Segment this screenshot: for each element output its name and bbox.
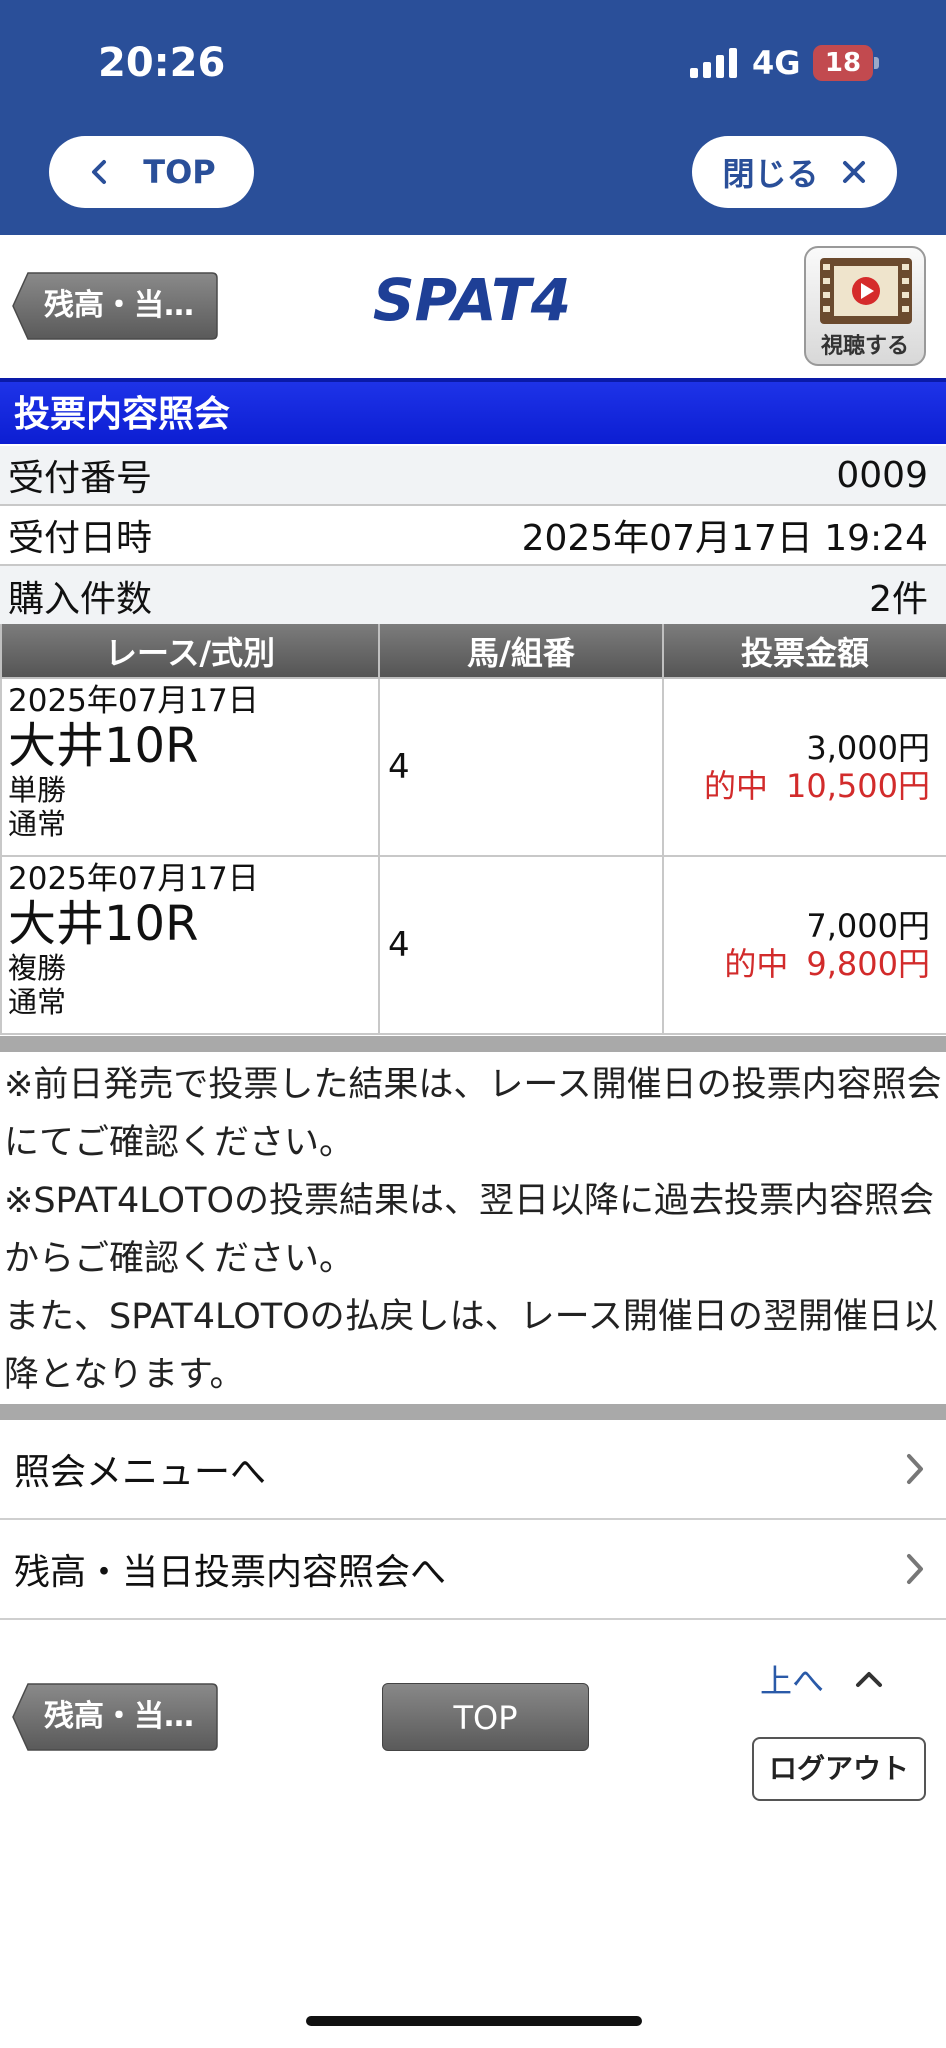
top-button-bottom[interactable]: TOP	[382, 1683, 589, 1751]
notes-block: ※前日発売で投票した結果は、レース開催日の投票内容照会にてご確認ください。 ※S…	[4, 1056, 944, 1404]
race-name: 大井10R	[8, 718, 199, 774]
horse-number: 4	[378, 855, 664, 1035]
close-button[interactable]: 閉じる	[692, 136, 897, 208]
column-header-horse: 馬/組番	[378, 624, 664, 679]
column-header-race: レース/式別	[0, 624, 380, 679]
info-row-receipt-datetime: 受付日時 2025年07月17日 19:24	[0, 506, 946, 566]
race-date: 2025年07月17日	[8, 683, 259, 719]
bet-mode: 通常	[8, 807, 67, 841]
network-label: 4G	[752, 44, 801, 82]
amount-cell: 7,000円 的中 9,800円	[662, 855, 946, 1035]
info-label: 受付日時	[8, 518, 153, 559]
chevron-left-icon	[92, 160, 107, 184]
payout-line: 的中 9,800円	[664, 945, 930, 983]
view-stream-label: 視聴する	[820, 334, 909, 359]
nav-label: 残高・当日投票内容照会へ	[14, 1552, 447, 1593]
status-time: 20:26	[98, 40, 226, 86]
note-line: ※前日発売で投票した結果は、レース開催日の投票内容照会にてご確認ください。	[4, 1065, 942, 1163]
close-button-label: 閉じる	[722, 155, 819, 193]
info-row-receipt-number: 受付番号 0009	[0, 446, 946, 506]
logout-button[interactable]: ログアウト	[752, 1737, 926, 1801]
app-header: TOP 閉じる	[0, 110, 946, 235]
chevron-up-icon	[856, 1672, 883, 1687]
table-row: 2025年07月17日 大井10R 単勝 通常 4 3,000円 的中 10,50…	[0, 677, 946, 857]
divider	[0, 1036, 946, 1052]
payout-amount: 9,800円	[806, 945, 930, 983]
spat4-logo: SPAT4	[373, 268, 571, 332]
info-label: 受付番号	[8, 458, 153, 499]
bet-type: 複勝	[8, 951, 67, 985]
bet-mode: 通常	[8, 985, 67, 1019]
hit-label: 的中	[724, 945, 789, 983]
divider	[0, 1404, 946, 1420]
page-title: 投票内容照会	[0, 378, 946, 444]
signal-icon	[690, 48, 737, 78]
info-value: 2025年07月17日 19:24	[521, 518, 928, 559]
chevron-right-icon	[907, 1554, 923, 1584]
note-line: ※SPAT4LOTOの投票結果は、翌日以降に過去投票内容照会からご確認ください。	[4, 1181, 935, 1279]
race-name: 大井10R	[8, 896, 199, 952]
film-play-icon	[820, 258, 912, 324]
close-icon	[842, 161, 865, 183]
info-value: 2件	[869, 579, 928, 620]
table-header-row: レース/式別 馬/組番 投票金額	[0, 624, 946, 679]
table-row: 2025年07月17日 大井10R 複勝 通常 4 7,000円 的中 9,800…	[0, 855, 946, 1035]
race-date: 2025年07月17日	[8, 861, 259, 897]
balance-back-label: 残高・当…	[44, 1699, 194, 1734]
top-button[interactable]: TOP	[49, 136, 254, 208]
status-bar: 20:26 4G 18	[0, 0, 946, 110]
balance-back-label: 残高・当…	[44, 288, 194, 323]
view-stream-button[interactable]: 視聴する	[804, 246, 926, 366]
battery-icon: 18	[813, 45, 879, 81]
hit-label: 的中	[704, 767, 769, 805]
info-label: 購入件数	[8, 579, 153, 620]
bet-amount: 7,000円	[806, 907, 930, 945]
home-indicator	[306, 2016, 642, 2026]
race-cell: 2025年07月17日 大井10R 単勝 通常	[0, 677, 380, 857]
bet-table: レース/式別 馬/組番 投票金額 2025年07月17日 大井10R 単勝 通常…	[0, 624, 946, 1035]
column-header-amount: 投票金額	[662, 624, 946, 679]
info-row-purchase-count: 購入件数 2件	[0, 566, 946, 626]
nav-inquiry-menu[interactable]: 照会メニューへ	[0, 1420, 946, 1520]
back-to-top-label: 上へ	[760, 1662, 825, 1700]
balance-back-button-bottom[interactable]: 残高・当…	[12, 1683, 218, 1751]
nav-label: 照会メニューへ	[14, 1452, 267, 1493]
battery-level: 18	[824, 48, 862, 78]
svg-text:SPAT4: SPAT4	[373, 268, 571, 332]
bet-type: 単勝	[8, 773, 67, 807]
race-cell: 2025年07月17日 大井10R 複勝 通常	[0, 855, 380, 1035]
chevron-right-icon	[907, 1454, 923, 1484]
nav-balance-inquiry[interactable]: 残高・当日投票内容照会へ	[0, 1520, 946, 1620]
amount-cell: 3,000円 的中 10,500円	[662, 677, 946, 857]
bet-amount: 3,000円	[806, 729, 930, 767]
back-to-top-link[interactable]: 上へ	[760, 1656, 884, 1702]
payout-line: 的中 10,500円	[664, 767, 930, 805]
note-line: また、SPAT4LOTOの払戻しは、レース開催日の翌開催日以降となります。	[4, 1297, 938, 1395]
horse-number: 4	[378, 677, 664, 857]
payout-amount: 10,500円	[786, 767, 930, 805]
balance-back-button[interactable]: 残高・当…	[12, 272, 218, 340]
info-value: 0009	[836, 454, 928, 496]
top-button-label: TOP	[143, 153, 216, 191]
